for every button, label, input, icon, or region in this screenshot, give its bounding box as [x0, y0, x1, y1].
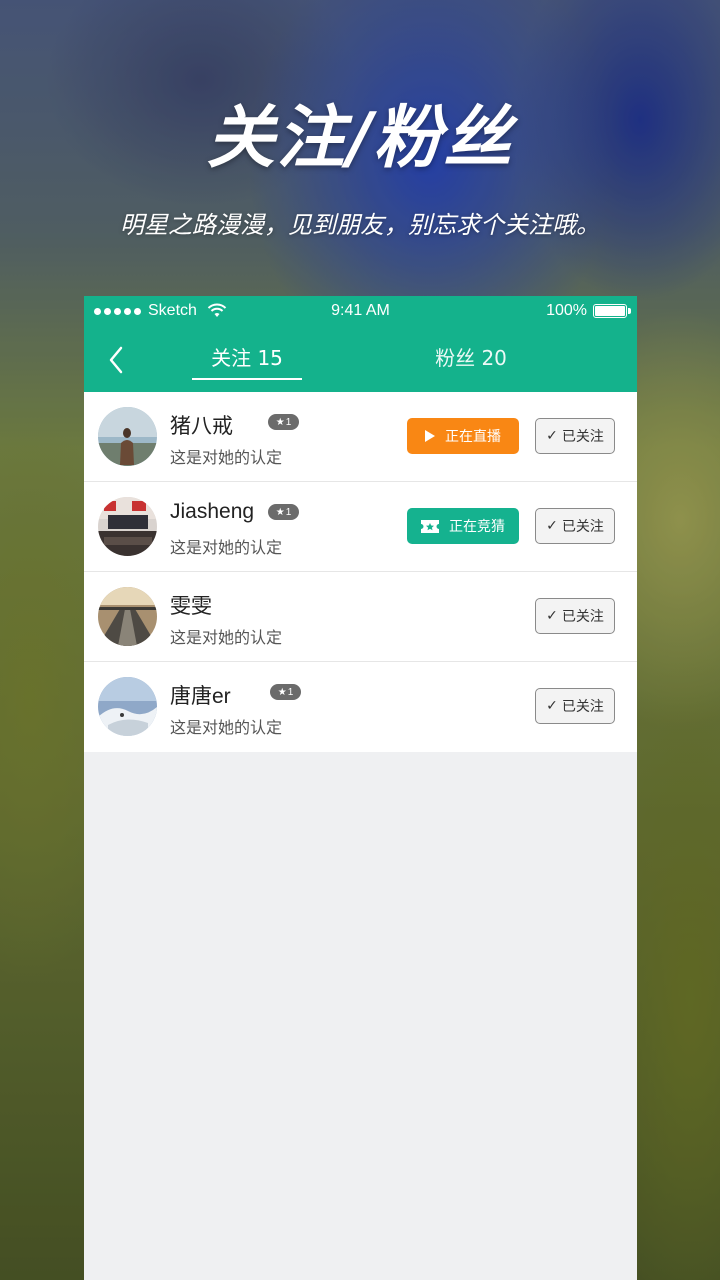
- user-name: 雯雯: [170, 595, 212, 618]
- play-icon: [425, 430, 435, 442]
- followed-button[interactable]: ✓ 已关注: [535, 598, 615, 634]
- level-badge: ★ 1: [268, 414, 299, 430]
- user-subtitle: 这是对她的认定: [170, 718, 283, 737]
- list-item[interactable]: Jiasheng ★ 1 这是对她的认定 正在竞猜 ✓ 已关注: [84, 482, 637, 572]
- hero-title: 关注/粉丝: [206, 98, 514, 178]
- battery-icon: [593, 304, 631, 318]
- phone-screen: Sketch 9:41 AM 100% 关注 15 粉丝 20 猪八戒 ★ 1 …: [84, 296, 637, 1280]
- check-icon: ✓: [546, 518, 558, 534]
- user-subtitle: 这是对她的认定: [170, 448, 283, 467]
- battery-percent: 100%: [546, 302, 587, 319]
- tab-follow[interactable]: 关注 15: [192, 342, 302, 371]
- user-subtitle: 这是对她的认定: [170, 538, 283, 557]
- user-name: 唐唐er: [170, 685, 231, 708]
- user-name: Jiasheng: [170, 500, 255, 523]
- user-subtitle: 这是对她的认定: [170, 628, 283, 647]
- list-item[interactable]: 唐唐er ★ 1 这是对她的认定 ✓ 已关注: [84, 662, 637, 752]
- star-icon: ★: [275, 506, 285, 518]
- chevron-left-icon: [109, 346, 123, 374]
- list-item[interactable]: 猪八戒 ★ 1 这是对她的认定 正在直播 ✓ 已关注: [84, 392, 637, 482]
- avatar: [98, 587, 157, 646]
- app-header: Sketch 9:41 AM 100% 关注 15 粉丝 20: [84, 296, 637, 392]
- list-item[interactable]: 雯雯 这是对她的认定 ✓ 已关注: [84, 572, 637, 662]
- hero-subtitle: 明星之路漫漫，见到朋友，别忘求个关注哦。: [120, 211, 600, 239]
- avatar: [98, 497, 157, 556]
- ticket-icon: [421, 519, 439, 533]
- check-icon: ✓: [546, 698, 558, 714]
- guess-status-button[interactable]: 正在竞猜: [407, 508, 519, 544]
- back-button[interactable]: [102, 344, 130, 376]
- avatar: [98, 677, 157, 736]
- tab-fans[interactable]: 粉丝 20: [406, 342, 536, 371]
- check-icon: ✓: [546, 608, 558, 624]
- star-icon: ★: [277, 686, 287, 698]
- level-badge: ★ 1: [268, 504, 299, 520]
- star-icon: ★: [275, 416, 285, 428]
- followed-button[interactable]: ✓ 已关注: [535, 508, 615, 544]
- follow-list: 猪八戒 ★ 1 这是对她的认定 正在直播 ✓ 已关注 Jiasheng ★ 1 …: [84, 392, 637, 752]
- live-status-button[interactable]: 正在直播: [407, 418, 519, 454]
- level-badge: ★ 1: [270, 684, 301, 700]
- followed-button[interactable]: ✓ 已关注: [535, 418, 615, 454]
- followed-button[interactable]: ✓ 已关注: [535, 688, 615, 724]
- user-name: 猪八戒: [170, 415, 233, 438]
- check-icon: ✓: [546, 428, 558, 444]
- avatar: [98, 407, 157, 466]
- active-tab-indicator: [192, 378, 302, 380]
- status-bar: Sketch 9:41 AM 100%: [84, 296, 637, 328]
